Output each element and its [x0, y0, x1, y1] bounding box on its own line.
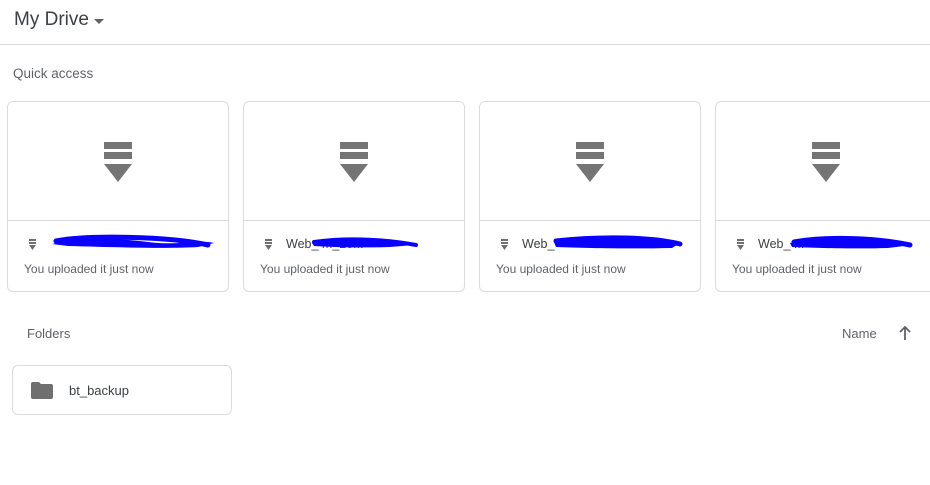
- folder-icon: [31, 382, 53, 399]
- stacked-file-icon: [104, 142, 132, 182]
- folders-label: Folders: [27, 326, 71, 341]
- card-thumbnail: [480, 102, 700, 221]
- stacked-file-icon: [812, 142, 840, 182]
- folder-name: bt_backup: [69, 383, 129, 398]
- folder-item[interactable]: bt_backup: [12, 365, 232, 415]
- card-file-name: Web_ m_20...: [286, 237, 364, 251]
- quick-access-label: Quick access: [13, 66, 94, 81]
- quick-access-card[interactable]: Web_ ... You uploaded it just now: [715, 101, 930, 292]
- redaction-scribble: [52, 234, 214, 248]
- stacked-file-icon: [576, 142, 604, 182]
- stacked-file-icon: [340, 142, 368, 182]
- quick-access-card[interactable]: Web_ m_20... You uploaded it just now: [243, 101, 465, 292]
- card-thumbnail: [244, 102, 464, 221]
- card-thumbnail: [8, 102, 228, 221]
- chevron-down-icon[interactable]: [94, 19, 104, 24]
- card-upload-status: You uploaded it just now: [496, 262, 626, 276]
- my-drive-title[interactable]: My Drive: [14, 9, 89, 31]
- stacked-file-small-icon: [265, 239, 272, 250]
- card-upload-status: You uploaded it just now: [24, 262, 154, 276]
- stacked-file-small-icon: [501, 239, 508, 250]
- card-upload-status: You uploaded it just now: [732, 262, 862, 276]
- card-info: Web_ m_20... You uploaded it just now: [244, 221, 464, 291]
- arrow-up-icon[interactable]: [897, 325, 913, 341]
- stacked-file-small-icon: [29, 239, 36, 250]
- quick-access-card[interactable]: You uploaded it just now: [7, 101, 229, 292]
- quick-access-card[interactable]: Web_ You uploaded it just now: [479, 101, 701, 292]
- card-file-name: Web_ ...: [758, 237, 805, 251]
- card-thumbnail: [716, 102, 930, 221]
- card-info: Web_ You uploaded it just now: [480, 221, 700, 291]
- drive-header: My Drive: [0, 0, 930, 45]
- card-info: Web_ ... You uploaded it just now: [716, 221, 930, 291]
- card-info: You uploaded it just now: [8, 221, 228, 291]
- card-upload-status: You uploaded it just now: [260, 262, 390, 276]
- sort-by-name-button[interactable]: Name: [842, 326, 877, 341]
- card-file-name: Web_: [522, 237, 555, 251]
- stacked-file-small-icon: [737, 239, 744, 250]
